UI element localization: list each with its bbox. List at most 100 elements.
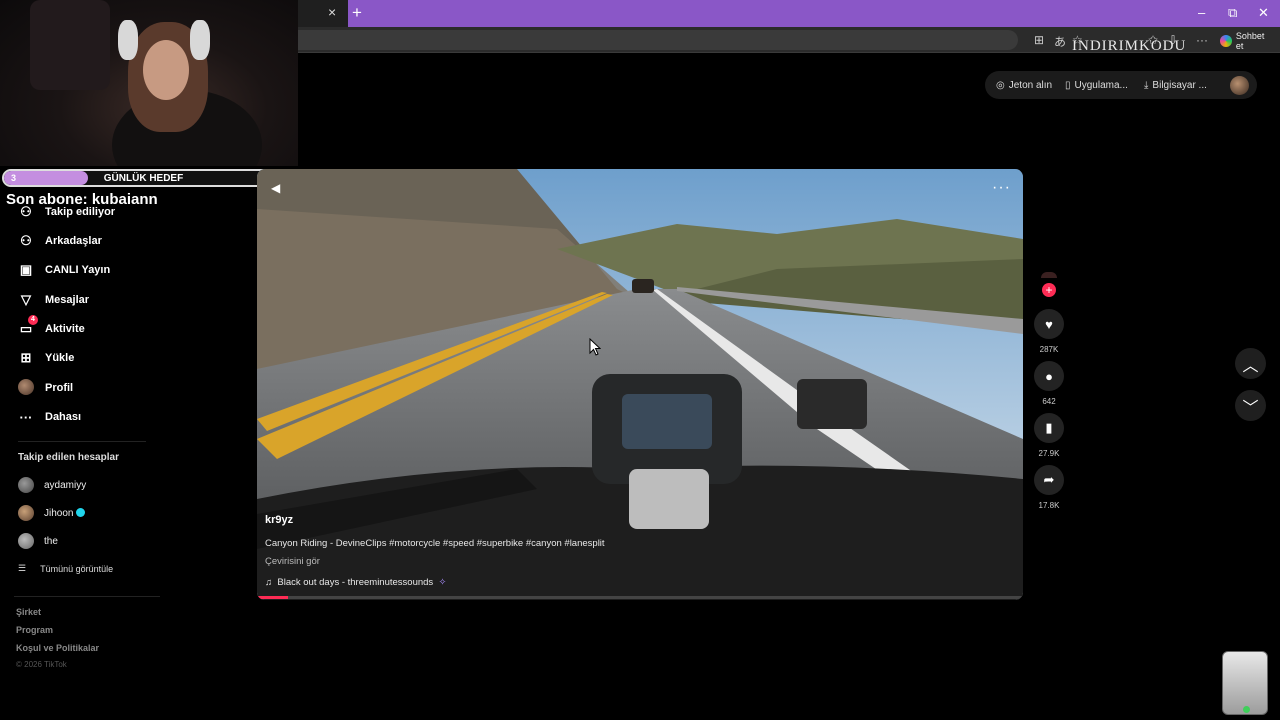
avatar — [18, 533, 34, 549]
comment-icon: ● — [1045, 368, 1053, 384]
music-note-icon: ♫ — [265, 577, 273, 588]
user-avatar[interactable] — [1230, 76, 1249, 95]
music-title: Black out days - threeminutessounds — [277, 577, 434, 588]
avatar — [18, 477, 34, 493]
see-translation-link[interactable]: Çevirisini gör — [265, 556, 320, 567]
volume-icon[interactable]: ◀ — [271, 181, 280, 195]
restore-icon[interactable]: ⧉ — [1228, 5, 1237, 21]
creator-avatar[interactable] — [1041, 272, 1057, 278]
coin-icon: ◎ — [996, 79, 1005, 91]
copilot-chat-button[interactable]: Sohbet et — [1214, 30, 1280, 51]
chevron-up-icon: ︿ — [1242, 357, 1259, 375]
apps-icon[interactable]: ⊞ — [1034, 33, 1044, 47]
sidebar-item-label: Aktivite — [45, 323, 85, 335]
mouse-cursor-icon — [589, 338, 601, 356]
video-caption: Canyon Riding - DevineClips #motorcycle … — [265, 538, 605, 549]
follow-plus-icon[interactable]: + — [1042, 283, 1056, 297]
get-app-button[interactable]: ▯ Uygulama... — [1065, 76, 1128, 94]
share-count: 17.8K — [1038, 501, 1060, 510]
share-button[interactable]: ➦ — [1034, 465, 1064, 495]
sidebar-item-label: CANLI Yayın — [45, 264, 111, 276]
watermark-logo: INDIRIMKODU — [1072, 38, 1187, 54]
followed-account[interactable]: aydamiyy — [18, 475, 86, 495]
save-button[interactable]: ▮ — [1034, 413, 1064, 443]
friends-icon: ⚇ — [20, 233, 32, 248]
sidebar-item-label: Dahası — [45, 411, 82, 423]
chevron-down-icon: ﹀ — [1242, 399, 1259, 417]
profile-avatar — [18, 378, 34, 395]
previous-video-button[interactable]: ︿ — [1235, 348, 1266, 379]
video-author[interactable]: kr9yz — [265, 514, 293, 526]
sidebar-item-live[interactable]: ▣ CANLI Yayın — [18, 259, 110, 281]
sidebar-item-more[interactable]: ··· Dahası — [18, 406, 82, 428]
sidebar-item-label: Yükle — [45, 352, 75, 364]
see-all-label: Tümünü görüntüle — [40, 563, 114, 574]
minimize-icon[interactable]: – — [1198, 5, 1205, 20]
sidebar-item-label: Takip ediliyor — [45, 206, 116, 218]
sidebar-item-friends[interactable]: ⚇ Arkadaşlar — [18, 230, 102, 252]
sidebar-item-label: Profil — [45, 382, 74, 394]
account-name: the — [44, 535, 58, 547]
sidebar-item-label: Mesajlar — [45, 294, 90, 306]
browser-tab[interactable] — [298, 0, 348, 27]
tab-close-icon[interactable]: × — [328, 4, 336, 20]
more-icon[interactable]: ··· — [1196, 33, 1208, 47]
divider — [18, 441, 146, 442]
comment-button[interactable]: ● — [1034, 361, 1064, 391]
webcam-overlay — [0, 0, 298, 166]
sidebar-item-following[interactable]: ⚇ Takip ediliyor — [18, 201, 115, 223]
following-accounts-title: Takip edilen hesaplar — [18, 452, 119, 463]
account-name: Jihoon — [44, 507, 74, 519]
get-coins-label: Jeton alın — [1008, 79, 1053, 91]
footer-link-company[interactable]: Şirket — [16, 607, 41, 617]
get-coins-button[interactable]: ◎ Jeton alın — [996, 76, 1052, 94]
stream-widget — [1222, 651, 1268, 715]
like-button[interactable]: ♥ — [1034, 309, 1064, 339]
sidebar-item-upload[interactable]: ⊞ Yükle — [18, 347, 75, 369]
daily-goal-bar: 3 GÜNLÜK HEDEF 10 — [2, 169, 281, 187]
copyright: © 2026 TikTok — [16, 660, 67, 669]
bookmark-icon: ▮ — [1045, 420, 1053, 435]
share-icon: ➦ — [1043, 472, 1055, 487]
sidebar-item-label: Arkadaşlar — [45, 235, 102, 247]
sidebar-item-messages[interactable]: ▽ Mesajlar — [18, 289, 89, 311]
footer-link-program[interactable]: Program — [16, 625, 53, 635]
status-dot — [1243, 706, 1250, 713]
video-music[interactable]: ♫ Black out days - threeminutessounds ✧ — [265, 577, 446, 588]
video-player[interactable]: ◀ ··· kr9yz Canyon Riding - DevineClips … — [257, 169, 1023, 600]
download-icon: ⤓ — [1144, 79, 1149, 91]
desktop-app-label: Bilgisayar ... — [1152, 79, 1207, 91]
video-frame — [257, 169, 1023, 600]
address-bar[interactable] — [298, 30, 1018, 50]
heart-icon: ♥ — [1045, 316, 1053, 332]
desktop-app-button[interactable]: ⤓ Bilgisayar ... — [1144, 76, 1207, 94]
verified-icon — [76, 507, 86, 517]
see-all-link[interactable]: ☰ Tümünü görüntüle — [18, 563, 113, 574]
footer-link-terms[interactable]: Koşul ve Politikalar — [16, 643, 99, 653]
more-icon: ··· — [19, 409, 33, 425]
get-app-label: Uygulama... — [1074, 79, 1128, 91]
divider — [14, 596, 160, 597]
sidebar-item-profile[interactable]: Profil — [18, 377, 73, 399]
following-icon: ⚇ — [20, 204, 32, 219]
next-video-button[interactable]: ﹀ — [1235, 390, 1266, 421]
followed-account[interactable]: Jihoon — [18, 503, 86, 523]
phone-icon: ▯ — [1065, 79, 1071, 91]
followed-account[interactable]: the — [18, 531, 58, 551]
account-name: aydamiyy — [44, 479, 87, 491]
video-progress-fill — [257, 596, 288, 599]
close-window-icon[interactable]: ✕ — [1258, 5, 1269, 21]
new-tab-icon[interactable]: + — [352, 3, 362, 23]
video-progress-bar[interactable] — [257, 596, 1023, 599]
live-icon: ▣ — [19, 262, 33, 277]
activity-badge: 4 — [28, 315, 38, 325]
translate-icon[interactable]: あ — [1054, 33, 1066, 50]
sparkle-icon: ✧ — [435, 577, 447, 588]
chat-label: Sohbet et — [1235, 30, 1265, 51]
comment-count: 642 — [1042, 397, 1056, 406]
video-more-icon[interactable]: ··· — [992, 179, 1011, 197]
like-count: 287K — [1039, 345, 1059, 354]
upload-icon: ⊞ — [20, 350, 32, 365]
sidebar-item-activity[interactable]: ▭ 4 Aktivite — [18, 315, 85, 340]
avatar — [18, 505, 34, 521]
